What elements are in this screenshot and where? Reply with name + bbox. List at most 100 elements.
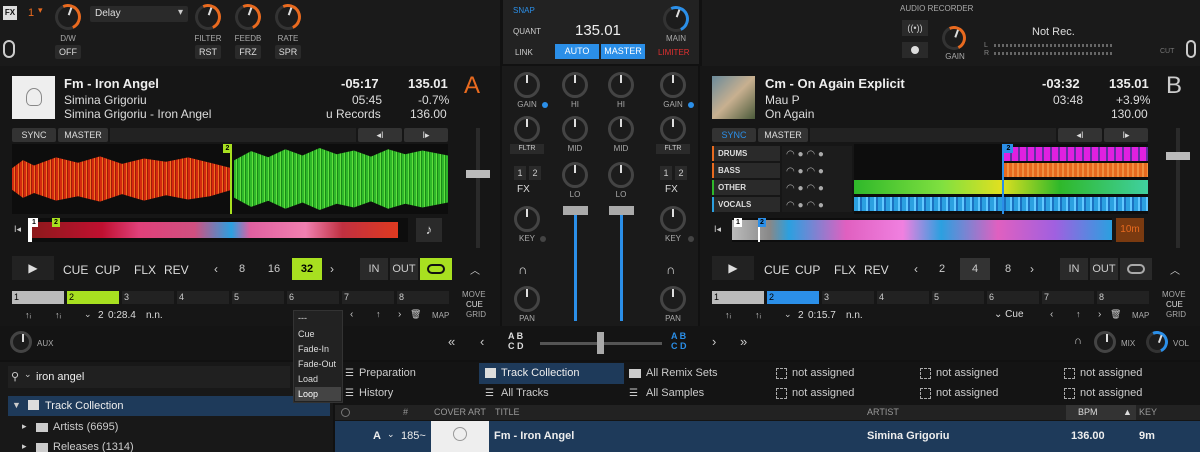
key-knob-a[interactable] [514,206,540,232]
move-chevron-icon-b[interactable]: ⌄ [784,309,792,320]
favorite-all-tracks[interactable]: ☰ All Tracks [479,385,624,403]
loop-toggle-a[interactable] [420,258,452,280]
fx-unit-chevron-icon[interactable]: ▾ [38,5,43,16]
gain-knob-a[interactable] [514,72,540,98]
play-button-a[interactable]: ▶ [12,256,54,280]
grid-icon-a[interactable]: ↑ᵢ [55,310,61,320]
tempo-fader-b[interactable] [1166,152,1190,160]
hotcue-7-b[interactable]: 7 [1042,291,1094,304]
favorite-all-samples[interactable]: ☰ All Samples [625,385,765,403]
nudge-left-icon-b[interactable]: ‹ [1050,309,1053,320]
deck-letter-b[interactable]: B [1166,72,1182,100]
hotcue-7-a[interactable]: 7 [342,291,394,304]
main-volume-knob[interactable] [659,2,693,36]
loop-size-16-a[interactable]: 16 [262,258,286,280]
hi-knob-a[interactable] [562,72,588,98]
cut-label[interactable]: CUT [1160,48,1174,55]
cue-mode-select-b[interactable]: ⌄ Cue [994,309,1024,320]
hotcue-3-b[interactable]: 3 [822,291,874,304]
tree-item-releases[interactable]: ▸ Releases (1314) [8,439,330,452]
move-chevron-icon-a[interactable]: ⌄ [84,309,92,320]
loop-increase-icon-b[interactable]: › [1030,262,1034,276]
headphone-icon-b[interactable]: ∩ [666,262,675,277]
nudge-left-icon-a[interactable]: ‹ [350,309,353,320]
favorite-slot-12[interactable]: not assigned [1060,385,1198,403]
rate-knob[interactable] [271,0,305,34]
flx-button-a[interactable]: FLX [134,263,156,277]
lo-knob-b[interactable] [608,162,634,188]
hotcue-4-a[interactable]: 4 [177,291,229,304]
collapse-chevron-icon-b[interactable]: ︿ [1170,262,1180,277]
frz-button[interactable]: FRZ [235,45,261,59]
feedb-knob[interactable] [231,0,265,34]
deck-letter-a[interactable]: A [464,72,480,100]
context-menu-fade-in[interactable]: Fade-In [295,342,341,356]
aux-knob[interactable] [10,331,32,353]
fx-assign-1-b[interactable]: 1 [660,166,672,180]
search-input[interactable]: iron angel [36,371,84,383]
fx-unit-number[interactable]: 1 [28,7,34,19]
mix-knob[interactable] [1094,331,1116,353]
side-tab-right[interactable] [1186,40,1196,58]
nudge-right-icon-a[interactable]: › [398,309,401,320]
loop-out-button-b[interactable]: OUT [1090,258,1118,280]
master-button-a[interactable]: MASTER [58,128,108,142]
beatjump-back-b[interactable]: ◂I [1058,128,1102,142]
loop-in-button-a[interactable]: IN [360,258,388,280]
track-overview-b[interactable]: 1 2 [732,218,1112,242]
col-cover-art[interactable]: COVER ART [434,407,486,417]
waveform-a[interactable]: 2 [12,144,448,214]
waveform-b[interactable]: 2 [854,144,1148,214]
filter-knob[interactable] [191,0,225,34]
link-icon[interactable] [3,40,15,58]
vol-knob[interactable] [1142,327,1172,357]
sync-button-a[interactable]: SYNC [12,128,56,142]
favorite-track-collection[interactable]: Track Collection [479,363,624,384]
stem-bass[interactable]: BASS [712,163,780,178]
hotcue-5-a[interactable]: 5 [232,291,284,304]
hotcue-8-b[interactable]: 8 [1097,291,1149,304]
loop-size-8-a[interactable]: 8 [232,258,252,280]
rst-button[interactable]: RST [195,45,221,59]
loop-decrease-icon[interactable]: ‹ [214,262,218,276]
cue-button-a[interactable]: CUE [63,263,88,277]
record-button[interactable] [902,42,928,58]
dw-knob[interactable] [51,0,85,34]
play-from-start-icon-b[interactable]: I◂ [714,224,721,235]
skip-forward-icon[interactable]: » [740,334,747,349]
pan-knob-a[interactable] [514,286,540,312]
table-row[interactable]: A ⌄ 185~ Fm - Iron Angel Simina Grigoriu… [335,421,1200,452]
play-from-start-icon[interactable]: I◂ [14,224,21,235]
tempo-fader-a[interactable] [466,170,490,178]
flx-button-b[interactable]: FLX [834,263,856,277]
context-menu-load[interactable]: Load [295,372,341,386]
play-button-b[interactable]: ▶ [712,256,754,280]
fltr-label-b[interactable]: FLTR [656,144,690,154]
auto-button[interactable]: AUTO [555,44,599,59]
col-title[interactable]: TITLE [495,407,520,417]
beatjump-fwd-a[interactable]: I▸ [404,128,448,142]
lock-icon-a[interactable]: ↑ [376,309,381,319]
stem-other[interactable]: OTHER [712,180,780,195]
snap-label[interactable]: SNAP [513,6,535,15]
map-button-a[interactable]: MAP [432,311,449,320]
context-menu-loop[interactable]: Loop [295,387,341,401]
collapse-chevron-icon-a[interactable]: ︿ [470,262,480,277]
hotcue-2-a[interactable]: 2 [67,291,119,304]
loop-size-4-b[interactable]: 4 [960,258,990,280]
broadcast-icon[interactable]: ((•)) [902,20,928,36]
rev-button-b[interactable]: REV [864,263,889,277]
hotcue-6-a[interactable]: 6 [287,291,339,304]
context-menu-fade-out[interactable]: Fade-Out [295,357,341,371]
recorder-gain-knob[interactable] [938,22,970,54]
master-clock-button[interactable]: MASTER [601,44,645,59]
stem-drums[interactable]: DRUMS [712,146,780,161]
cup-button-a[interactable]: CUP [95,263,120,277]
cue-grid-icon-b[interactable]: ↑ᵢ [725,310,731,320]
link-label[interactable]: LINK [515,48,533,57]
nudge-right-icon-b[interactable]: › [1098,309,1101,320]
favorite-slot-11[interactable]: not assigned [916,385,1056,403]
beatjump-fwd-b[interactable]: I▸ [1104,128,1148,142]
hotcue-8-a[interactable]: 8 [397,291,449,304]
col-artist[interactable]: ARTIST [867,407,899,417]
